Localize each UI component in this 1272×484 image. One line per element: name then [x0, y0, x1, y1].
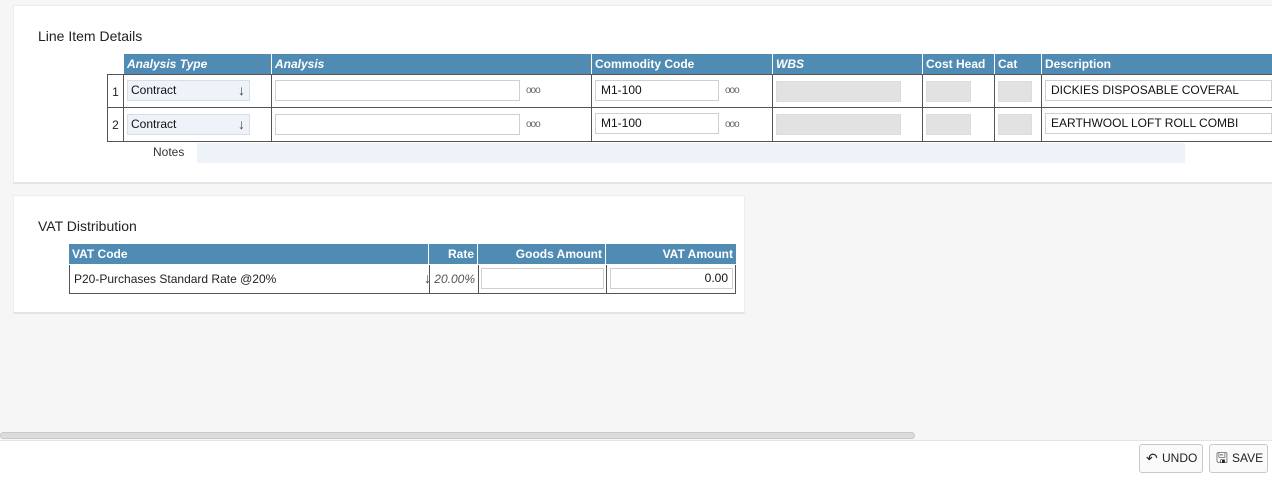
cell-vat-amount: 0.00 [607, 265, 736, 293]
save-label: SAVE [1232, 451, 1264, 465]
save-button[interactable]: 🖫 SAVE [1209, 444, 1268, 473]
vat-amount-input[interactable]: 0.00 [610, 268, 733, 289]
line-item-details-title: Line Item Details [38, 28, 143, 44]
analysis-type-value: Contract [131, 117, 177, 131]
footer-toolbar: ↶ UNDO 🖫 SAVE [0, 440, 1272, 484]
cell-cost-head [923, 75, 995, 109]
cell-vat-code: P20-Purchases Standard Rate @20% ↓ [70, 265, 431, 293]
col-description[interactable]: Description [1042, 54, 1272, 74]
undo-icon: ↶ [1146, 450, 1158, 466]
cell-cost-head [923, 108, 995, 142]
cell-rate: 20.00% [430, 265, 479, 293]
col-analysis[interactable]: Analysis [272, 54, 592, 74]
cell-cat [995, 75, 1042, 109]
notes-field[interactable] [197, 143, 1185, 163]
vat-header: VAT Code Rate Goods Amount VAT Amount [69, 244, 736, 264]
cell-analysis-type: Contract ↓ [124, 108, 272, 142]
vat-code-value[interactable]: P20-Purchases Standard Rate @20% [74, 272, 276, 286]
commodity-code-input[interactable]: M1-100 [595, 113, 719, 134]
analysis-input[interactable] [275, 114, 520, 135]
cat-field [998, 114, 1032, 135]
cell-analysis-type: Contract ↓ [124, 75, 272, 109]
cell-description: EARTHWOOL LOFT ROLL COMBI [1042, 108, 1272, 142]
analysis-type-select[interactable]: Contract ↓ [127, 80, 250, 101]
lookup-ellipsis-icon[interactable]: ooo [725, 119, 740, 130]
analysis-type-select[interactable]: Contract ↓ [127, 114, 250, 135]
vat-row: P20-Purchases Standard Rate @20% ↓ 20.00… [69, 265, 736, 294]
col-cost-head[interactable]: Cost Head [923, 54, 995, 74]
arrow-down-icon[interactable]: ↓ [238, 115, 245, 134]
lookup-ellipsis-icon[interactable]: ooo [725, 85, 740, 96]
analysis-input[interactable] [275, 80, 520, 101]
row-number: 1 [107, 75, 124, 109]
undo-button[interactable]: ↶ UNDO [1139, 444, 1203, 473]
save-icon: 🖫 [1216, 450, 1228, 466]
col-cat[interactable]: Cat [995, 54, 1042, 74]
col-commodity-code[interactable]: Commodity Code [592, 54, 773, 74]
col-goods-amount[interactable]: Goods Amount [478, 244, 606, 264]
wbs-field [776, 81, 901, 102]
goods-amount-input[interactable] [481, 268, 604, 289]
row-number: 2 [107, 108, 124, 142]
cell-description: DICKIES DISPOSABLE COVERAL [1042, 75, 1272, 109]
cell-analysis: ooo [272, 75, 592, 109]
cat-field [998, 81, 1032, 102]
commodity-code-input[interactable]: M1-100 [595, 80, 719, 101]
arrow-down-icon[interactable]: ↓ [238, 81, 245, 100]
cell-goods-amount [479, 265, 607, 293]
cell-analysis: ooo [272, 108, 592, 142]
undo-label: UNDO [1162, 451, 1198, 465]
table-row: 1 Contract ↓ ooo M1-100 ooo DICKIES DISP… [107, 74, 1272, 109]
cost-head-field [926, 114, 971, 135]
cost-head-field [926, 81, 971, 102]
line-items-header: Analysis Type Analysis Commodity Code WB… [124, 54, 1272, 74]
cell-wbs [773, 75, 923, 109]
horizontal-scrollbar[interactable] [0, 432, 915, 439]
cell-wbs [773, 108, 923, 142]
col-analysis-type[interactable]: Analysis Type [124, 54, 272, 74]
description-input[interactable]: DICKIES DISPOSABLE COVERAL [1045, 80, 1272, 101]
analysis-type-value: Contract [131, 83, 177, 97]
vat-distribution-title: VAT Distribution [38, 218, 137, 234]
cell-cat [995, 108, 1042, 142]
col-vat-code[interactable]: VAT Code [69, 244, 429, 264]
notes-label: Notes [153, 145, 185, 159]
lookup-ellipsis-icon[interactable]: ooo [526, 85, 541, 96]
description-input[interactable]: EARTHWOOL LOFT ROLL COMBI [1045, 113, 1272, 134]
col-wbs[interactable]: WBS [773, 54, 923, 74]
rate-value: 20.00% [434, 272, 475, 286]
wbs-field [776, 114, 901, 135]
table-row: 2 Contract ↓ ooo M1-100 ooo EARTHWOOL LO… [107, 108, 1272, 142]
col-rate[interactable]: Rate [429, 244, 478, 264]
lookup-ellipsis-icon[interactable]: ooo [526, 119, 541, 130]
cell-commodity-code: M1-100 ooo [592, 108, 773, 142]
cell-commodity-code: M1-100 ooo [592, 75, 773, 109]
col-vat-amount[interactable]: VAT Amount [606, 244, 736, 264]
